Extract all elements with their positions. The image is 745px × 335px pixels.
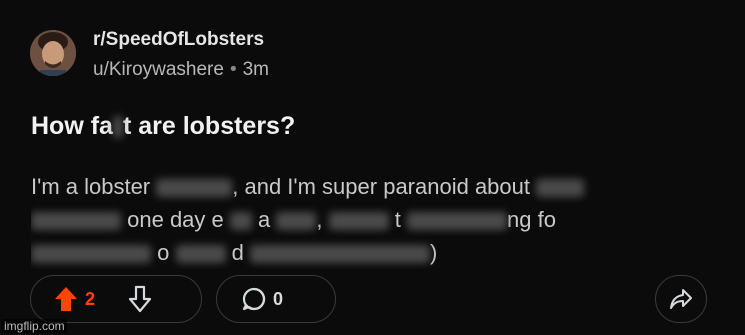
body-text-segment: a	[258, 207, 271, 232]
redaction	[328, 212, 389, 231]
redaction	[31, 212, 121, 231]
upvote-count: 2	[85, 288, 96, 309]
body-text-segment: ng fo	[507, 207, 556, 232]
post-age: 3m	[242, 59, 270, 80]
redaction	[250, 245, 430, 264]
body-text-segment: t	[394, 207, 401, 232]
body-text-segment: I'm a lobster	[31, 174, 151, 199]
redaction	[112, 116, 123, 139]
avatar-photo	[30, 30, 76, 76]
post-body[interactable]: I'm a lobster , and I'm super paranoid a…	[31, 170, 701, 269]
redaction	[536, 179, 585, 198]
subreddit-name[interactable]: r/SpeedOfLobsters	[93, 29, 264, 51]
meta-separator: •	[229, 59, 237, 80]
share-icon	[669, 288, 693, 310]
body-text-segment: one day e	[127, 207, 224, 232]
redaction	[407, 212, 508, 231]
vote-bar: 2	[30, 275, 202, 323]
post-actions: 2 0	[30, 275, 720, 327]
post-card: r/SpeedOfLobsters u/Kiroywashere • 3m How …	[0, 0, 745, 335]
watermark: imgflip.com	[2, 319, 67, 333]
upvote-icon[interactable]	[53, 285, 79, 313]
body-text-segment: d	[231, 240, 244, 265]
body-text-segment: ,	[316, 207, 323, 232]
comment-count: 0	[273, 288, 284, 309]
body-text-segment: , and I'm super paranoid about	[232, 174, 530, 199]
body-line-3: o d )	[31, 236, 701, 269]
redaction	[31, 245, 151, 264]
redaction	[229, 212, 252, 231]
comment-icon	[241, 286, 267, 312]
redaction	[156, 179, 233, 198]
body-text-segment: )	[430, 240, 438, 265]
downvote-icon[interactable]	[127, 285, 153, 313]
title-part-2: t are lobsters?	[122, 112, 296, 140]
avatar[interactable]	[30, 30, 76, 76]
redaction	[276, 212, 317, 231]
body-line-1: I'm a lobster , and I'm super paranoid a…	[31, 170, 701, 203]
comment-button[interactable]: 0	[216, 275, 336, 323]
title-part-1: How fa	[31, 112, 113, 140]
body-line-2: one day e a , t ng fo	[31, 203, 701, 236]
body-text-segment: o	[157, 240, 170, 265]
share-button[interactable]	[655, 275, 707, 323]
post-meta: u/Kiroywashere • 3m	[93, 59, 269, 81]
post-title[interactable]: How fa t are lobsters?	[31, 112, 295, 141]
redaction	[175, 245, 226, 264]
author-name[interactable]: u/Kiroywashere	[93, 59, 224, 80]
